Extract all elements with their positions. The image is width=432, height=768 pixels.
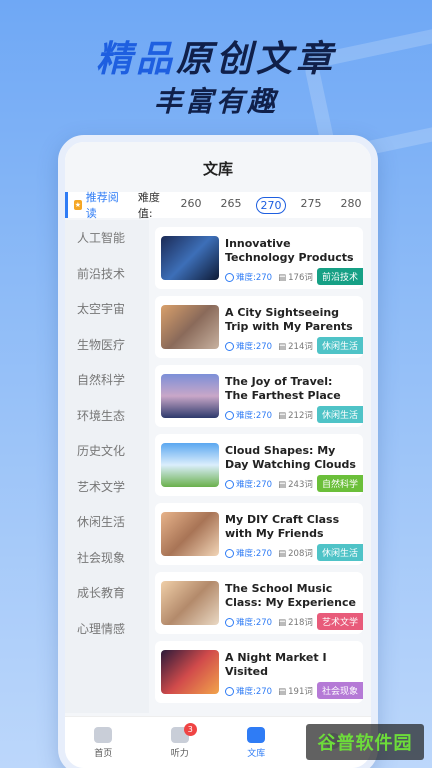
recommend-tab[interactable]: ★ 推荐阅读 <box>65 191 130 220</box>
recommend-label: 推荐阅读 <box>85 191 119 220</box>
article-difficulty: 难度:270 <box>225 478 272 490</box>
home-icon <box>94 726 113 743</box>
article-tag: 社会现象 <box>316 682 363 699</box>
article-title: The Joy of Travel: The Farthest Place I'… <box>225 375 341 402</box>
sidebar-item[interactable]: 人工智能 <box>65 220 149 256</box>
nav-home[interactable]: 首页 <box>65 717 142 768</box>
article-card[interactable]: Cloud Shapes: My Day Watching Clouds in … <box>155 434 363 496</box>
sidebar-item[interactable]: 环境生态 <box>65 398 149 434</box>
article-card[interactable]: A City Sightseeing Trip with My Parents 难… <box>155 296 363 358</box>
sidebar-item[interactable]: 艺术文学 <box>65 469 149 505</box>
article-meta: 难度:270 176词 <box>225 271 313 283</box>
headline-part1: 精品 <box>95 39 176 80</box>
article-meta: 难度:270 218词 <box>225 616 313 628</box>
article-thumbnail <box>161 650 219 694</box>
watermark-logo: 谷普软件园 <box>306 724 424 760</box>
article-card[interactable]: A Night Market I Visited 难度:270 191词社会现象 <box>155 641 363 703</box>
article-list: Innovative Technology Products 难度:270 176词… <box>149 220 371 713</box>
article-thumbnail <box>161 236 219 280</box>
nav-label: 文库 <box>247 748 266 759</box>
article-tag: 休闲生活 <box>316 406 363 423</box>
difficulty-option[interactable]: 260 <box>171 197 211 214</box>
article-card[interactable]: The Joy of Travel: The Farthest Place I'… <box>155 365 363 427</box>
nav-label: 首页 <box>94 748 113 759</box>
article-body: A Night Market I Visited 难度:270 191词社会现象 <box>225 641 363 703</box>
headline-part2: 原创文章 <box>176 39 337 80</box>
article-difficulty: 难度:270 <box>225 271 272 283</box>
article-difficulty: 难度:270 <box>225 340 272 352</box>
sidebar-item[interactable]: 生物医疗 <box>65 327 149 363</box>
article-tag: 艺术文学 <box>316 613 363 630</box>
article-tag: 休闲生活 <box>316 337 363 354</box>
article-wordcount: 243词 <box>278 478 313 490</box>
difficulty-filter: ★ 推荐阅读 难度值: 260 265 270 275 280 <box>65 191 371 220</box>
article-difficulty: 难度:270 <box>225 547 272 559</box>
sidebar-item[interactable]: 休闲生活 <box>65 504 149 540</box>
article-body: My DIY Craft Class with My Friends 难度:270… <box>225 503 363 565</box>
hero-subline: 丰富有趣 <box>153 85 278 118</box>
article-thumbnail <box>161 305 219 349</box>
difficulty-option[interactable]: 275 <box>291 197 331 214</box>
article-difficulty: 难度:270 <box>225 409 272 421</box>
article-body: The Joy of Travel: The Farthest Place I'… <box>225 365 363 427</box>
article-body: The School Music Class: My Experience Le… <box>225 572 363 634</box>
library-icon <box>247 726 266 743</box>
nav-library[interactable]: 文库 <box>218 717 295 768</box>
article-meta: 难度:270 214词 <box>225 340 313 352</box>
nav-listening[interactable]: 3 听力 <box>142 717 219 768</box>
category-sidebar: 人工智能 前沿技术 太空宇宙 生物医疗 自然科学 环境生态 历史文化 艺术文学 … <box>65 220 149 713</box>
sidebar-item[interactable]: 前沿技术 <box>65 256 149 292</box>
sidebar-item[interactable]: 太空宇宙 <box>65 291 149 327</box>
phone-frame: 文库 ★ 推荐阅读 难度值: 260 265 270 275 280 人工智能 … <box>58 135 378 768</box>
difficulty-option[interactable]: 280 <box>331 197 371 214</box>
article-wordcount: 176词 <box>278 271 313 283</box>
article-tag: 前沿技术 <box>316 268 363 285</box>
article-card[interactable]: Innovative Technology Products 难度:270 176词… <box>155 227 363 289</box>
article-body: Innovative Technology Products 难度:270 176词… <box>225 227 363 289</box>
article-difficulty: 难度:270 <box>225 685 272 697</box>
article-title: Cloud Shapes: My Day Watching Clouds in … <box>225 444 356 471</box>
sidebar-item[interactable]: 社会现象 <box>65 540 149 576</box>
hero-headline: 精品原创文章 <box>0 30 432 82</box>
article-wordcount: 218词 <box>278 616 313 628</box>
page-title: 文库 <box>202 160 233 178</box>
article-meta: 难度:270 208词 <box>225 547 313 559</box>
article-wordcount: 208词 <box>278 547 313 559</box>
article-card[interactable]: The School Music Class: My Experience Le… <box>155 572 363 634</box>
difficulty-option[interactable]: 265 <box>211 197 251 214</box>
nav-label: 听力 <box>170 748 189 759</box>
article-thumbnail <box>161 512 219 556</box>
difficulty-option-selected[interactable]: 270 <box>256 196 286 214</box>
article-thumbnail <box>161 581 219 625</box>
article-title: My DIY Craft Class with My Friends <box>225 513 340 540</box>
article-difficulty: 难度:270 <box>225 616 272 628</box>
sidebar-item[interactable]: 历史文化 <box>65 433 149 469</box>
difficulty-label: 难度值: <box>137 191 160 220</box>
article-title: The School Music Class: My Experience Le… <box>225 582 356 609</box>
article-body: A City Sightseeing Trip with My Parents 难… <box>225 296 363 358</box>
article-body: Cloud Shapes: My Day Watching Clouds in … <box>225 434 363 496</box>
recommend-icon: ★ <box>74 200 82 210</box>
article-title: A Night Market I Visited <box>225 651 327 678</box>
article-meta: 难度:270 243词 <box>225 478 313 490</box>
article-thumbnail <box>161 443 219 487</box>
sidebar-item[interactable]: 自然科学 <box>65 362 149 398</box>
notification-badge: 3 <box>183 723 197 736</box>
article-title: A City Sightseeing Trip with My Parents <box>225 306 353 333</box>
article-wordcount: 212词 <box>278 409 313 421</box>
sidebar-item[interactable]: 心理情感 <box>65 611 149 647</box>
article-card[interactable]: My DIY Craft Class with My Friends 难度:270… <box>155 503 363 565</box>
sidebar-item[interactable]: 成长教育 <box>65 575 149 611</box>
article-tag: 休闲生活 <box>316 544 363 561</box>
article-wordcount: 214词 <box>278 340 313 352</box>
article-meta: 难度:270 212词 <box>225 409 313 421</box>
article-tag: 自然科学 <box>316 475 363 492</box>
article-thumbnail <box>161 374 219 418</box>
article-wordcount: 191词 <box>278 685 313 697</box>
article-meta: 难度:270 191词 <box>225 685 313 697</box>
article-title: Innovative Technology Products <box>225 237 354 264</box>
